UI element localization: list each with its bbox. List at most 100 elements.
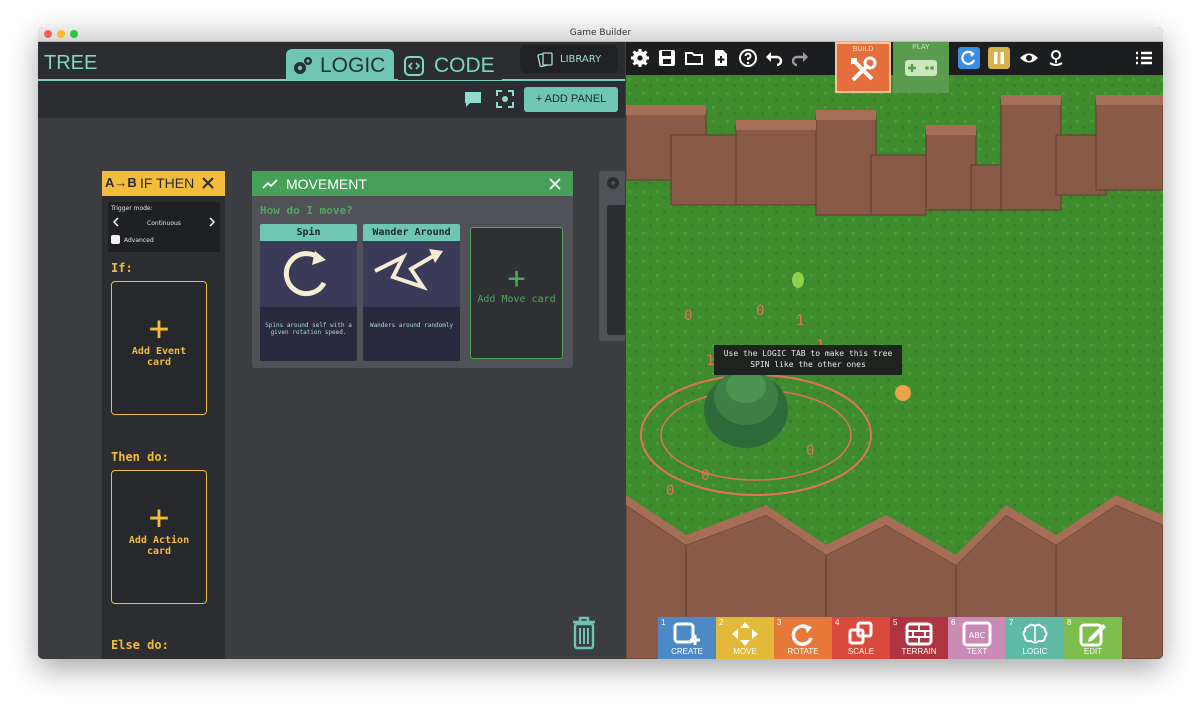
play-mode-button[interactable]: PLAY [893,42,949,93]
tool-terrain-label: TERRAIN [901,647,937,656]
add-action-label: Add Action card [128,535,190,557]
wander-card-desc: Wanders around randomly [369,322,454,329]
add-move-card[interactable]: + Add Move card [470,227,563,359]
advanced-label: Advanced [124,237,154,244]
spin-card-art [260,241,357,307]
library-label: LIBRARY [560,54,602,65]
app-window: Game Builder TREE LOGIC CODE LIBRARY + A… [38,27,1163,659]
new-file-icon[interactable] [711,48,731,68]
svg-text:0: 0 [666,483,674,499]
tool-move[interactable]: 2 MOVE [716,617,774,659]
if-then-title: IF THEN [140,175,195,191]
tool-logic-label: LOGIC [1022,647,1048,656]
tool-logic[interactable]: 7 LOGIC [1006,617,1064,659]
tool-text[interactable]: 6 ABC TEXT [948,617,1006,659]
if-then-panel: A→B IF THEN Trigger mode: Continuous Adv… [102,171,225,659]
hint-tooltip: Use the LOGIC TAB to make this tree SPIN… [714,345,902,375]
comment-icon[interactable] [463,89,483,109]
trash-icon[interactable] [569,614,599,650]
gear-icon[interactable] [630,48,650,68]
redo-icon[interactable] [790,48,810,68]
play-label: PLAY [912,44,930,51]
gamepad-icon [905,60,937,76]
library-button[interactable]: LIBRARY [520,45,618,73]
focus-icon[interactable] [495,89,515,109]
text-abc-icon: ABC [962,621,992,647]
movement-panel: MOVEMENT How do I move? Spin Spins aroun… [252,171,573,368]
trigger-mode-value: Continuous [147,220,181,227]
spin-card[interactable]: Spin Spins around self with a given rota… [260,224,357,361]
rotate-arrow-icon [283,251,327,297]
trigger-mode-box: Trigger mode: Continuous Advanced [108,202,220,252]
undo-icon[interactable] [764,48,784,68]
if-then-badge: A→B [105,175,137,190]
tool-terrain[interactable]: 5 TERRAIN [890,617,948,659]
tool-scale-label: SCALE [847,647,875,656]
tool-scale-number: 4 [835,618,840,627]
player-location-icon[interactable] [1046,48,1066,68]
eye-icon[interactable] [1019,48,1039,68]
tool-rotate-label: ROTATE [787,647,819,656]
help-icon[interactable] [738,48,758,68]
add-action-card[interactable]: + Add Action card [111,470,207,604]
build-mode-button[interactable]: BUILD [835,42,891,93]
tab-code[interactable]: CODE [398,49,502,80]
pause-icon[interactable] [988,47,1010,69]
logic-editor-pane: TREE LOGIC CODE LIBRARY + ADD PANEL A→B … [38,42,625,659]
then-label: Then do: [111,450,169,464]
window-title: Game Builder [569,28,632,38]
tool-edit[interactable]: 8 EDIT [1064,617,1122,659]
game-scene[interactable]: 0011 0001 Use the LOGIC TAB to make this… [626,75,1163,659]
movement-question: How do I move? [260,204,353,217]
brick-wall-icon [905,622,933,646]
tool-edit-label: EDIT [1083,647,1103,656]
zigzag-arrow-icon [374,249,443,291]
gear-icon [607,177,619,189]
folder-icon[interactable] [684,48,704,68]
add-panel-button[interactable]: + ADD PANEL [524,87,618,112]
menu-list-icon[interactable] [1134,48,1154,68]
gears-icon [294,57,312,74]
plus-icon: + [148,498,170,538]
title-bar: Game Builder [38,27,1163,42]
brain-icon [1022,623,1048,644]
move-arrows-icon [732,622,758,646]
svg-text:0: 0 [806,443,814,459]
add-event-card[interactable]: + Add Event card [111,281,207,415]
close-icon[interactable] [202,177,214,189]
next-panel-body [607,205,625,335]
chevron-right-icon[interactable] [208,217,216,227]
tool-edit-number: 8 [1067,618,1072,627]
tool-rotate-number: 3 [777,618,782,627]
editor-header: TREE LOGIC CODE LIBRARY [38,42,625,82]
plus-icon: + [148,309,170,349]
tool-text-number: 6 [951,618,956,627]
object-title: TREE [44,52,98,74]
tool-create-label: CREATE [671,647,703,656]
tool-rotate[interactable]: 3 ROTATE [774,617,832,659]
scale-icon [848,621,873,645]
else-label: Else do: [111,638,169,652]
if-label: If: [111,261,133,275]
close-icon[interactable] [549,178,561,190]
next-panel-edge[interactable] [599,171,625,341]
tab-code-label: CODE [434,54,495,77]
edit-pencil-icon [1079,623,1106,647]
tool-create[interactable]: 1 CREATE [658,617,716,659]
tool-logic-number: 7 [1009,618,1014,627]
tool-create-number: 1 [661,618,666,627]
code-icon [404,56,424,76]
reset-icon[interactable] [958,47,980,69]
save-icon[interactable] [657,48,677,68]
advanced-checkbox[interactable] [111,235,120,244]
tool-scale[interactable]: 4 SCALE [832,617,890,659]
add-move-label: Add Move card [477,294,556,305]
tool-move-label: MOVE [733,647,757,656]
tool-move-number: 2 [719,618,724,627]
tab-logic[interactable]: LOGIC [286,49,394,80]
if-then-header: A→B IF THEN [102,171,225,196]
plus-icon: + [507,261,526,296]
spin-card-desc: Spins around self with a given rotation … [265,322,352,336]
wander-card[interactable]: Wander Around Wanders around randomly [363,224,460,361]
tool-terrain-number: 5 [893,618,898,627]
